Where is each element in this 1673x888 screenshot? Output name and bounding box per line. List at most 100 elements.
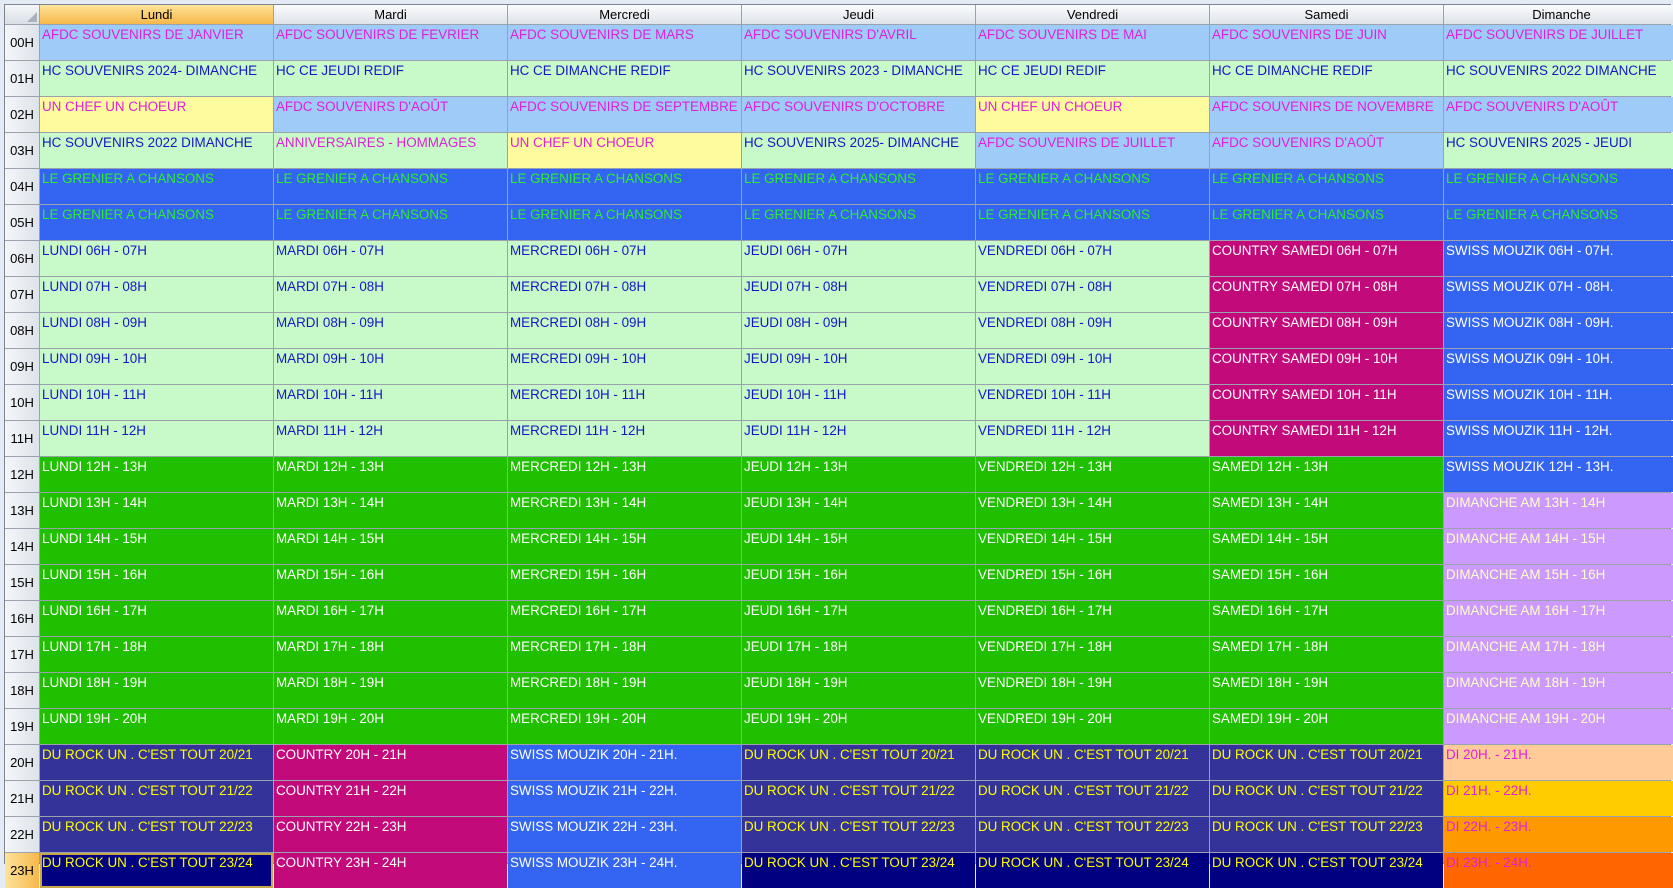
row-header-09h[interactable]: 09H [5,349,39,384]
row-header-16h[interactable]: 16H [5,601,39,636]
row-header-13h[interactable]: 13H [5,493,39,528]
schedule-cell-samedi-19h[interactable]: SAMEDI 19H - 20H [1210,709,1443,744]
schedule-cell-mardi-18h[interactable]: MARDI 18H - 19H [274,673,507,708]
schedule-cell-dimanche-15h[interactable]: DIMANCHE AM 15H - 16H [1444,565,1673,600]
schedule-cell-samedi-10h[interactable]: COUNTRY SAMEDI 10H - 11H [1210,385,1443,420]
schedule-cell-lundi-19h[interactable]: LUNDI 19H - 20H [40,709,273,744]
schedule-cell-dimanche-17h[interactable]: DIMANCHE AM 17H - 18H [1444,637,1673,672]
schedule-cell-lundi-10h[interactable]: LUNDI 10H - 11H [40,385,273,420]
schedule-cell-mardi-22h[interactable]: COUNTRY 22H - 23H [274,817,507,852]
schedule-cell-jeudi-08h[interactable]: JEUDI 08H - 09H [742,313,975,348]
schedule-cell-mardi-12h[interactable]: MARDI 12H - 13H [274,457,507,492]
schedule-cell-mardi-11h[interactable]: MARDI 11H - 12H [274,421,507,456]
row-header-17h[interactable]: 17H [5,637,39,672]
schedule-cell-mardi-21h[interactable]: COUNTRY 21H - 22H [274,781,507,816]
schedule-cell-samedi-14h[interactable]: SAMEDI 14H - 15H [1210,529,1443,564]
schedule-cell-dimanche-13h[interactable]: DIMANCHE AM 13H - 14H [1444,493,1673,528]
schedule-cell-mercredi-21h[interactable]: SWISS MOUZIK 21H - 22H. [508,781,741,816]
schedule-cell-vendredi-14h[interactable]: VENDREDI 14H - 15H [976,529,1209,564]
schedule-cell-mardi-02h[interactable]: AFDC SOUVENIRS D'AOÛT [274,97,507,132]
schedule-cell-mercredi-20h[interactable]: SWISS MOUZIK 20H - 21H. [508,745,741,780]
schedule-cell-mercredi-12h[interactable]: MERCREDI 12H - 13H [508,457,741,492]
schedule-cell-jeudi-05h[interactable]: LE GRENIER A CHANSONS [742,205,975,240]
schedule-cell-mercredi-02h[interactable]: AFDC SOUVENIRS DE SEPTEMBRE [508,97,741,132]
schedule-cell-jeudi-15h[interactable]: JEUDI 15H - 16H [742,565,975,600]
schedule-cell-samedi-17h[interactable]: SAMEDI 17H - 18H [1210,637,1443,672]
schedule-cell-lundi-03h[interactable]: HC SOUVENIRS 2022 DIMANCHE [40,133,273,168]
schedule-cell-mercredi-23h[interactable]: SWISS MOUZIK 23H - 24H. [508,853,741,888]
schedule-cell-mercredi-08h[interactable]: MERCREDI 08H - 09H [508,313,741,348]
schedule-cell-vendredi-00h[interactable]: AFDC SOUVENIRS DE MAI [976,25,1209,60]
schedule-cell-lundi-16h[interactable]: LUNDI 16H - 17H [40,601,273,636]
schedule-cell-mercredi-06h[interactable]: MERCREDI 06H - 07H [508,241,741,276]
row-header-05h[interactable]: 05H [5,205,39,240]
schedule-cell-samedi-01h[interactable]: HC CE DIMANCHE REDIF [1210,61,1443,96]
column-header-dimanche[interactable]: Dimanche [1444,5,1673,24]
schedule-cell-samedi-21h[interactable]: DU ROCK UN . C'EST TOUT 21/22 [1210,781,1443,816]
row-header-23h[interactable]: 23H [5,853,39,888]
schedule-cell-jeudi-10h[interactable]: JEUDI 10H - 11H [742,385,975,420]
column-header-mercredi[interactable]: Mercredi [508,5,741,24]
schedule-cell-samedi-09h[interactable]: COUNTRY SAMEDI 09H - 10H [1210,349,1443,384]
schedule-cell-jeudi-06h[interactable]: JEUDI 06H - 07H [742,241,975,276]
schedule-cell-vendredi-20h[interactable]: DU ROCK UN . C'EST TOUT 20/21 [976,745,1209,780]
schedule-cell-lundi-09h[interactable]: LUNDI 09H - 10H [40,349,273,384]
schedule-cell-vendredi-13h[interactable]: VENDREDI 13H - 14H [976,493,1209,528]
schedule-cell-dimanche-16h[interactable]: DIMANCHE AM 16H - 17H [1444,601,1673,636]
schedule-cell-jeudi-14h[interactable]: JEUDI 14H - 15H [742,529,975,564]
select-all-corner[interactable] [5,5,39,24]
schedule-cell-vendredi-03h[interactable]: AFDC SOUVENIRS DE JUILLET [976,133,1209,168]
schedule-cell-mardi-17h[interactable]: MARDI 17H - 18H [274,637,507,672]
schedule-cell-dimanche-02h[interactable]: AFDC SOUVENIRS D'AOÛT [1444,97,1673,132]
schedule-cell-dimanche-10h[interactable]: SWISS MOUZIK 10H - 11H. [1444,385,1673,420]
schedule-cell-samedi-05h[interactable]: LE GRENIER A CHANSONS [1210,205,1443,240]
schedule-cell-lundi-17h[interactable]: LUNDI 17H - 18H [40,637,273,672]
schedule-cell-vendredi-07h[interactable]: VENDREDI 07H - 08H [976,277,1209,312]
schedule-cell-dimanche-09h[interactable]: SWISS MOUZIK 09H - 10H. [1444,349,1673,384]
schedule-cell-lundi-04h[interactable]: LE GRENIER A CHANSONS [40,169,273,204]
schedule-cell-dimanche-07h[interactable]: SWISS MOUZIK 07H - 08H. [1444,277,1673,312]
schedule-cell-lundi-01h[interactable]: HC SOUVENIRS 2024- DIMANCHE [40,61,273,96]
schedule-cell-lundi-07h[interactable]: LUNDI 07H - 08H [40,277,273,312]
schedule-cell-lundi-21h[interactable]: DU ROCK UN . C'EST TOUT 21/22 [40,781,273,816]
schedule-cell-jeudi-21h[interactable]: DU ROCK UN . C'EST TOUT 21/22 [742,781,975,816]
schedule-cell-jeudi-22h[interactable]: DU ROCK UN . C'EST TOUT 22/23 [742,817,975,852]
schedule-cell-vendredi-01h[interactable]: HC CE JEUDI REDIF [976,61,1209,96]
schedule-cell-dimanche-06h[interactable]: SWISS MOUZIK 06H - 07H. [1444,241,1673,276]
column-header-lundi[interactable]: Lundi [40,5,273,24]
schedule-cell-jeudi-23h[interactable]: DU ROCK UN . C'EST TOUT 23/24 [742,853,975,888]
schedule-cell-samedi-02h[interactable]: AFDC SOUVENIRS DE NOVEMBRE [1210,97,1443,132]
schedule-cell-dimanche-19h[interactable]: DIMANCHE AM 19H - 20H [1444,709,1673,744]
schedule-cell-jeudi-03h[interactable]: HC SOUVENIRS 2025- DIMANCHE [742,133,975,168]
schedule-cell-samedi-23h[interactable]: DU ROCK UN . C'EST TOUT 23/24 [1210,853,1443,888]
schedule-cell-dimanche-23h[interactable]: DI 23H. - 24H. [1444,853,1673,888]
schedule-cell-vendredi-19h[interactable]: VENDREDI 19H - 20H [976,709,1209,744]
schedule-cell-samedi-00h[interactable]: AFDC SOUVENIRS DE JUIN [1210,25,1443,60]
schedule-cell-mardi-20h[interactable]: COUNTRY 20H - 21H [274,745,507,780]
schedule-cell-vendredi-21h[interactable]: DU ROCK UN . C'EST TOUT 21/22 [976,781,1209,816]
schedule-cell-vendredi-22h[interactable]: DU ROCK UN . C'EST TOUT 22/23 [976,817,1209,852]
schedule-cell-jeudi-18h[interactable]: JEUDI 18H - 19H [742,673,975,708]
schedule-cell-mercredi-22h[interactable]: SWISS MOUZIK 22H - 23H. [508,817,741,852]
schedule-cell-dimanche-01h[interactable]: HC SOUVENIRS 2022 DIMANCHE [1444,61,1673,96]
schedule-cell-vendredi-08h[interactable]: VENDREDI 08H - 09H [976,313,1209,348]
schedule-cell-mardi-13h[interactable]: MARDI 13H - 14H [274,493,507,528]
schedule-cell-mardi-04h[interactable]: LE GRENIER A CHANSONS [274,169,507,204]
schedule-cell-lundi-18h[interactable]: LUNDI 18H - 19H [40,673,273,708]
row-header-10h[interactable]: 10H [5,385,39,420]
schedule-cell-mardi-19h[interactable]: MARDI 19H - 20H [274,709,507,744]
schedule-cell-mardi-07h[interactable]: MARDI 07H - 08H [274,277,507,312]
schedule-cell-vendredi-15h[interactable]: VENDREDI 15H - 16H [976,565,1209,600]
schedule-cell-vendredi-17h[interactable]: VENDREDI 17H - 18H [976,637,1209,672]
schedule-cell-mardi-05h[interactable]: LE GRENIER A CHANSONS [274,205,507,240]
schedule-cell-dimanche-05h[interactable]: LE GRENIER A CHANSONS [1444,205,1673,240]
row-header-18h[interactable]: 18H [5,673,39,708]
schedule-cell-vendredi-09h[interactable]: VENDREDI 09H - 10H [976,349,1209,384]
row-header-04h[interactable]: 04H [5,169,39,204]
schedule-cell-samedi-07h[interactable]: COUNTRY SAMEDI 07H - 08H [1210,277,1443,312]
schedule-cell-jeudi-12h[interactable]: JEUDI 12H - 13H [742,457,975,492]
schedule-cell-lundi-06h[interactable]: LUNDI 06H - 07H [40,241,273,276]
schedule-cell-jeudi-02h[interactable]: AFDC SOUVENIRS D'OCTOBRE [742,97,975,132]
schedule-cell-vendredi-02h[interactable]: UN CHEF UN CHOEUR [976,97,1209,132]
schedule-cell-vendredi-12h[interactable]: VENDREDI 12H - 13H [976,457,1209,492]
